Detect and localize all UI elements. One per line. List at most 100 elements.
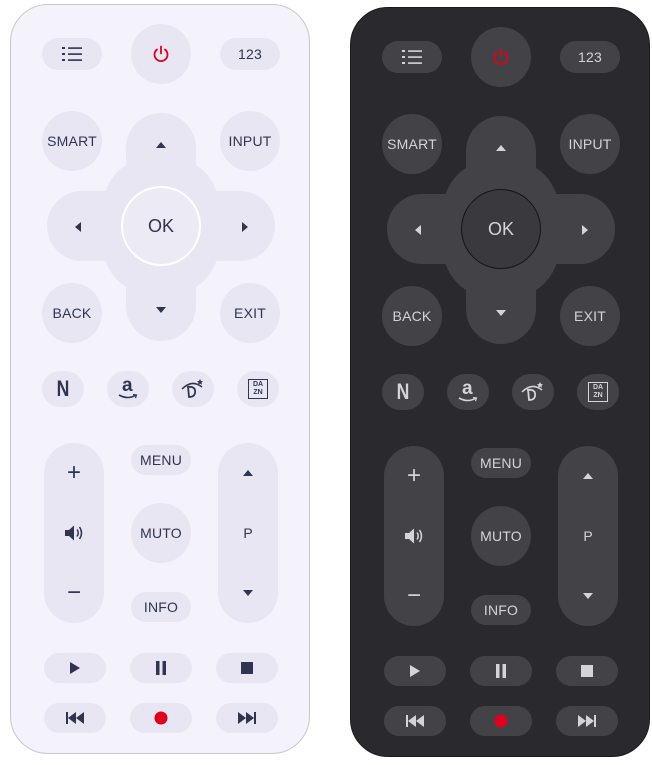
mute-button[interactable]: MUTO (471, 506, 531, 566)
channel-up-button[interactable] (558, 458, 618, 494)
list-button[interactable] (382, 41, 442, 73)
dpad-right-arrow[interactable] (582, 225, 588, 235)
power-icon (153, 45, 169, 63)
info-button[interactable]: INFO (131, 592, 191, 622)
amazon-smile-icon (458, 397, 478, 402)
disney-plus-icon (181, 379, 203, 398)
power-button[interactable] (471, 27, 531, 87)
dazn-button[interactable]: DA ZN (577, 374, 619, 410)
channel-down-arrow (243, 590, 253, 596)
record-button[interactable] (130, 703, 192, 733)
channel-up-arrow (243, 470, 253, 476)
menu-button[interactable]: MENU (131, 445, 191, 475)
record-icon (154, 711, 168, 725)
netflix-logo: N (56, 376, 70, 401)
pause-button[interactable] (470, 656, 532, 686)
fast-forward-button[interactable] (216, 703, 278, 733)
channel-up-button[interactable] (218, 455, 278, 491)
volume-up-button[interactable]: + (44, 455, 104, 491)
speaker-icon (65, 525, 83, 541)
input-button[interactable]: INPUT (220, 111, 280, 171)
skip-next-icon (578, 715, 596, 727)
menu-button[interactable]: MENU (471, 448, 531, 478)
channel-up-arrow (583, 473, 593, 479)
play-button[interactable] (384, 656, 446, 686)
pause-button[interactable] (130, 653, 192, 683)
record-icon (494, 714, 508, 728)
exit-button[interactable]: EXIT (560, 286, 620, 346)
list-icon (62, 47, 82, 61)
channel-label: P (583, 528, 593, 544)
fast-forward-button[interactable] (556, 706, 618, 736)
skip-previous-icon (406, 715, 424, 727)
netflix-button[interactable]: N (42, 371, 84, 407)
dpad-up-arrow[interactable] (156, 142, 166, 148)
amazon-logo: a (118, 375, 138, 401)
channel-down-button[interactable] (558, 578, 618, 614)
ok-button[interactable]: OK (461, 189, 541, 269)
info-button[interactable]: INFO (471, 595, 531, 625)
stop-button[interactable] (216, 653, 278, 683)
volume-rocker: + − (44, 443, 104, 623)
amazon-logo: a (458, 378, 478, 404)
stop-icon (241, 662, 253, 674)
numbers-button[interactable]: 123 (560, 41, 620, 73)
volume-down-button[interactable]: − (44, 575, 104, 611)
numbers-button[interactable]: 123 (220, 38, 280, 70)
back-button[interactable]: BACK (382, 286, 442, 346)
channel-down-button[interactable] (218, 575, 278, 611)
netflix-logo: N (396, 379, 410, 404)
volume-icon-area (44, 515, 104, 551)
dpad-down-arrow[interactable] (496, 310, 506, 316)
smart-button[interactable]: SMART (382, 114, 442, 174)
skip-next-icon (238, 712, 256, 724)
volume-down-button[interactable]: − (384, 578, 444, 614)
exit-button[interactable]: EXIT (220, 283, 280, 343)
volume-icon-area (384, 518, 444, 554)
stop-button[interactable] (556, 656, 618, 686)
smart-button[interactable]: SMART (42, 111, 102, 171)
volume-up-button[interactable]: + (384, 458, 444, 494)
power-button[interactable] (131, 24, 191, 84)
list-icon (402, 50, 422, 64)
rewind-button[interactable] (44, 703, 106, 733)
dpad-right-arrow[interactable] (242, 222, 248, 232)
dpad-up-arrow[interactable] (496, 145, 506, 151)
dazn-button[interactable]: DA ZN (237, 371, 279, 407)
play-button[interactable] (44, 653, 106, 683)
stop-icon (581, 665, 593, 677)
pause-icon (156, 661, 166, 675)
volume-rocker: + − (384, 446, 444, 626)
back-button[interactable]: BACK (42, 283, 102, 343)
mute-button[interactable]: MUTO (131, 503, 191, 563)
channel-rocker: P (218, 443, 278, 623)
netflix-button[interactable]: N (382, 374, 424, 410)
skip-previous-icon (66, 712, 84, 724)
play-icon (410, 665, 420, 677)
disney-button[interactable] (172, 371, 214, 407)
ok-button[interactable]: OK (121, 186, 201, 266)
power-icon (493, 48, 509, 66)
channel-down-arrow (583, 593, 593, 599)
list-button[interactable] (42, 38, 102, 70)
record-button[interactable] (470, 706, 532, 736)
dpad-left-arrow[interactable] (75, 222, 81, 232)
amazon-button[interactable]: a (107, 371, 149, 407)
rewind-button[interactable] (384, 706, 446, 736)
amazon-smile-icon (118, 394, 138, 399)
remote-dark: 123 SMART INPUT BACK EXIT OK N a DA ZN + (350, 7, 650, 757)
pause-icon (496, 664, 506, 678)
channel-rocker: P (558, 446, 618, 626)
dpad-left-arrow[interactable] (415, 225, 421, 235)
dazn-logo: DA ZN (248, 379, 268, 399)
disney-plus-icon (521, 382, 543, 401)
play-icon (70, 662, 80, 674)
disney-button[interactable] (512, 374, 554, 410)
channel-label: P (243, 525, 253, 541)
speaker-icon (405, 528, 423, 544)
remote-light: 123 SMART INPUT BACK EXIT OK N a DA ZN +… (10, 4, 310, 754)
input-button[interactable]: INPUT (560, 114, 620, 174)
dazn-logo: DA ZN (588, 382, 608, 402)
amazon-button[interactable]: a (447, 374, 489, 410)
dpad-down-arrow[interactable] (156, 307, 166, 313)
